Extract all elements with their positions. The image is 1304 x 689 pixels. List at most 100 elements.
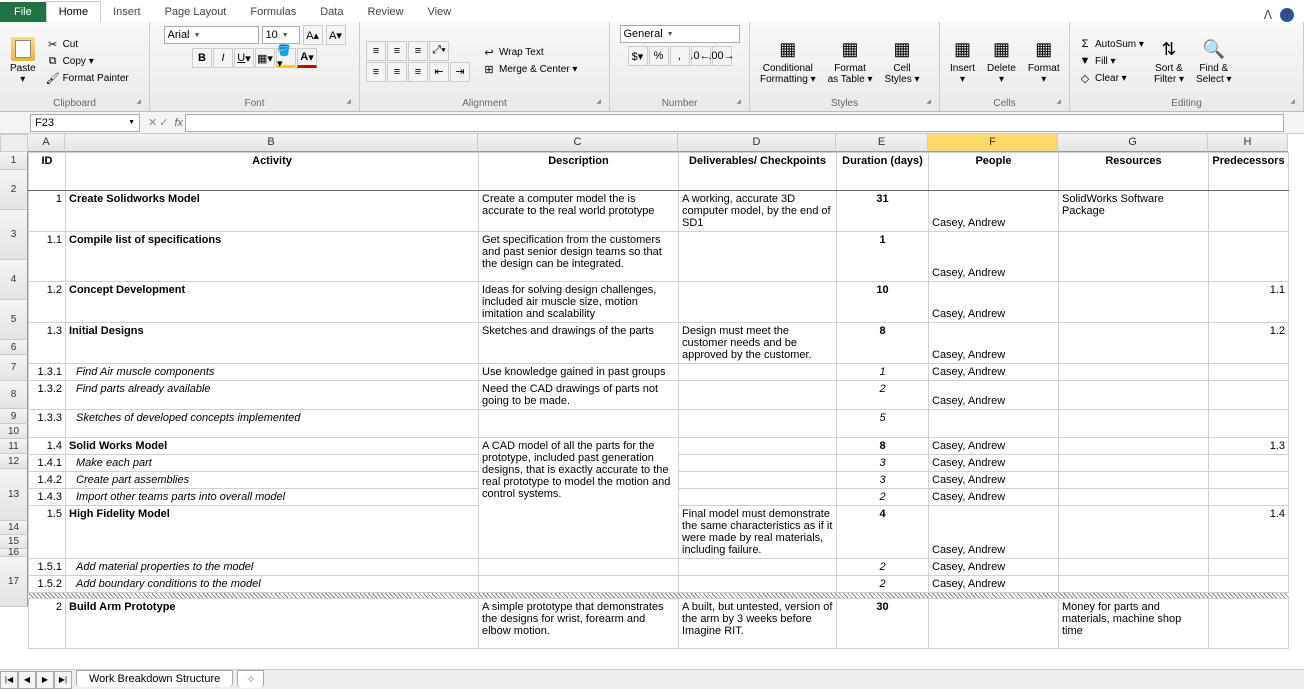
font-size-combo[interactable]: 10▼ (262, 26, 300, 44)
cell[interactable]: Casey, Andrew (929, 472, 1059, 489)
new-sheet-button[interactable]: ✧ (237, 670, 264, 688)
underline-button[interactable]: U▾ (234, 48, 254, 68)
cell-styles-button[interactable]: ▦Cell Styles ▾ (880, 35, 923, 87)
cell[interactable]: 2 (837, 381, 929, 410)
cell[interactable]: Casey, Andrew (929, 191, 1059, 232)
cell[interactable]: 1 (29, 191, 66, 232)
row-header[interactable]: 7 (0, 355, 28, 381)
fill-button[interactable]: ▼Fill ▾ (1076, 53, 1146, 69)
file-tab[interactable]: File (0, 2, 46, 22)
cell[interactable] (679, 489, 837, 506)
cell[interactable]: Make each part (66, 455, 479, 472)
align-right-button[interactable]: ≡ (408, 62, 428, 82)
delete-cells-button[interactable]: ▦Delete ▾ (983, 35, 1020, 87)
cell[interactable]: Compile list of specifications (66, 232, 479, 282)
shrink-font-button[interactable]: A▾ (326, 25, 346, 45)
header-cell[interactable]: Deliverables/ Checkpoints (679, 153, 837, 191)
cell[interactable]: 1.4.2 (29, 472, 66, 489)
fx-icon[interactable]: fx (174, 117, 183, 129)
header-cell[interactable]: Description (479, 153, 679, 191)
col-header-H[interactable]: H (1208, 134, 1288, 152)
header-cell[interactable]: Activity (66, 153, 479, 191)
cell[interactable] (1209, 381, 1289, 410)
cell[interactable]: Concept Development (66, 282, 479, 323)
select-all-corner[interactable] (0, 134, 28, 152)
header-cell[interactable]: Duration (days) (837, 153, 929, 191)
cell[interactable]: Design must meet the customer needs and … (679, 323, 837, 364)
row-header[interactable]: 16 (0, 549, 28, 557)
align-bottom-button[interactable]: ≡ (408, 41, 428, 61)
cell[interactable] (1209, 576, 1289, 593)
cell[interactable]: 31 (837, 191, 929, 232)
orientation-button[interactable]: ⤢▾ (429, 41, 449, 61)
cell[interactable]: 4 (837, 506, 929, 559)
cell[interactable]: Casey, Andrew (929, 455, 1059, 472)
cell[interactable]: Need the CAD drawings of parts not going… (479, 381, 679, 410)
cell[interactable] (679, 282, 837, 323)
cell[interactable]: Add material properties to the model (66, 559, 479, 576)
tab-formulas[interactable]: Formulas (238, 2, 308, 22)
cell[interactable]: Build Arm Prototype (66, 599, 479, 649)
align-middle-button[interactable]: ≡ (387, 41, 407, 61)
number-format-combo[interactable]: General▼ (620, 25, 740, 43)
cell[interactable]: Sketches and drawings of the parts (479, 323, 679, 364)
cell[interactable]: 2 (837, 559, 929, 576)
cell[interactable]: 1.5 (29, 506, 66, 559)
sheet-tab-wbs[interactable]: Work Breakdown Structure (76, 670, 233, 687)
font-color-button[interactable]: A▾ (297, 48, 317, 68)
fill-color-button[interactable]: 🪣▾ (276, 48, 296, 68)
autosum-button[interactable]: ΣAutoSum ▾ (1076, 36, 1146, 52)
header-cell[interactable]: Resources (1059, 153, 1209, 191)
cell[interactable] (679, 455, 837, 472)
align-left-button[interactable]: ≡ (366, 62, 386, 82)
cell[interactable] (1059, 506, 1209, 559)
cell[interactable]: Casey, Andrew (929, 489, 1059, 506)
cell[interactable]: 5 (837, 410, 929, 438)
merge-center-button[interactable]: ⊞Merge & Center ▾ (480, 62, 579, 78)
cell[interactable] (679, 410, 837, 438)
cell[interactable] (1209, 232, 1289, 282)
cell[interactable] (679, 381, 837, 410)
cell[interactable]: A built, but untested, version of the ar… (679, 599, 837, 649)
cell[interactable] (1059, 323, 1209, 364)
cell[interactable]: Find Air muscle components (66, 364, 479, 381)
cell[interactable] (1059, 489, 1209, 506)
cell[interactable]: Casey, Andrew (929, 282, 1059, 323)
col-header-E[interactable]: E (836, 134, 928, 152)
border-button[interactable]: ▦▾ (255, 48, 275, 68)
sort-filter-button[interactable]: ⇅Sort & Filter ▾ (1150, 35, 1188, 87)
cell[interactable]: High Fidelity Model (66, 506, 479, 559)
row-header[interactable]: 3 (0, 210, 28, 260)
cell[interactable]: 1.3.1 (29, 364, 66, 381)
find-select-button[interactable]: 🔍Find & Select ▾ (1192, 35, 1236, 87)
insert-cells-button[interactable]: ▦Insert ▾ (946, 35, 979, 87)
cell[interactable]: 3 (837, 472, 929, 489)
cell[interactable]: 1 (837, 232, 929, 282)
cell[interactable]: 1.2 (1209, 323, 1289, 364)
cell[interactable]: 1.5.2 (29, 576, 66, 593)
cell[interactable] (679, 232, 837, 282)
cell[interactable]: 1.1 (29, 232, 66, 282)
align-center-button[interactable]: ≡ (387, 62, 407, 82)
cell[interactable]: A CAD model of all the parts for the pro… (479, 438, 679, 559)
cell[interactable] (929, 410, 1059, 438)
header-cell[interactable]: People (929, 153, 1059, 191)
row-header[interactable]: 12 (0, 454, 28, 469)
row-header[interactable]: 6 (0, 340, 28, 355)
cell[interactable]: 1.3.2 (29, 381, 66, 410)
col-header-C[interactable]: C (478, 134, 678, 152)
wrap-text-button[interactable]: ↩Wrap Text (480, 45, 579, 61)
format-cells-button[interactable]: ▦Format ▾ (1024, 35, 1064, 87)
increase-indent-button[interactable]: ⇥ (450, 62, 470, 82)
currency-button[interactable]: $▾ (628, 46, 648, 66)
tab-insert[interactable]: Insert (101, 2, 153, 22)
paste-button[interactable]: Paste▾ (6, 35, 40, 87)
prev-sheet-button[interactable]: ◀ (18, 671, 36, 689)
cell[interactable] (1059, 559, 1209, 576)
cell[interactable]: Add boundary conditions to the model (66, 576, 479, 593)
cell[interactable]: Sketches of developed concepts implement… (66, 410, 479, 438)
spreadsheet-grid[interactable]: IDActivityDescriptionDeliverables/ Check… (28, 152, 1289, 649)
col-header-B[interactable]: B (65, 134, 478, 152)
cell[interactable]: 1.3 (29, 323, 66, 364)
cell[interactable] (1059, 381, 1209, 410)
